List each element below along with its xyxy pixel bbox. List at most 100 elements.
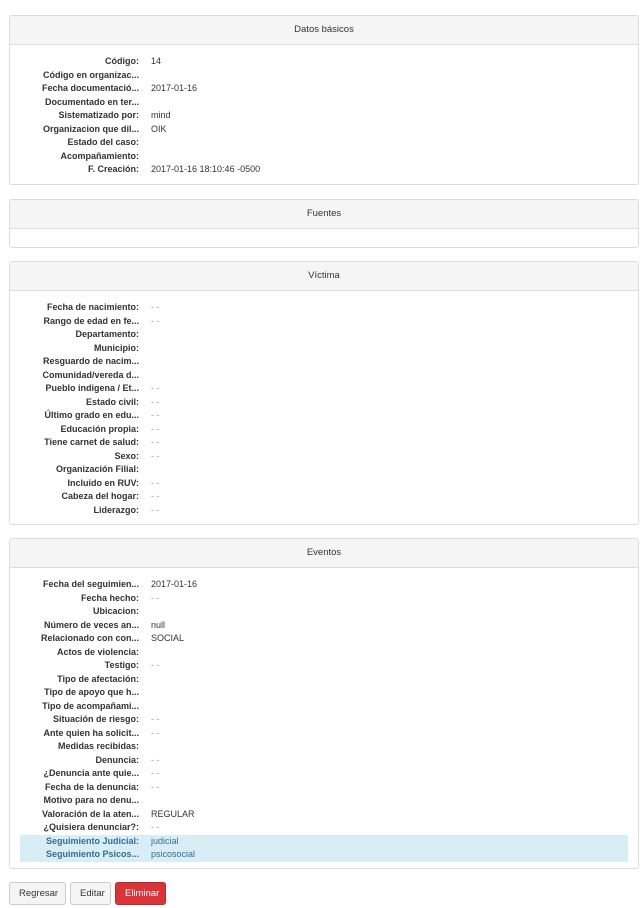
events-field-label: Seguimiento Psicos...	[45, 849, 139, 859]
events-field-label: Número de veces an...	[43, 619, 139, 630]
back-button[interactable]: Regresar	[9, 882, 66, 905]
events-field-row: Medidas recibidas:	[20, 740, 628, 754]
events-field-value: judicial	[151, 835, 179, 846]
victim-field-row: Estado civil: - -	[20, 396, 628, 410]
victim-field-value: - -	[151, 450, 160, 461]
events-field-row: Fecha de la denuncia: - -	[20, 781, 628, 795]
basic-field-value: OIK	[151, 123, 167, 134]
basic-field-label: Fecha documentació...	[41, 83, 139, 93]
basic-field-row: Acompañamiento:	[20, 150, 628, 164]
victim-field-value: - -	[151, 383, 160, 393]
events-field-label: Ubicacion:	[92, 606, 139, 616]
victim-field-value: - -	[151, 504, 160, 515]
victim-body: Fecha de nacimiento: - - Rango de edad en …	[10, 291, 638, 521]
events-field-row: Motivo para no denu...	[20, 794, 628, 808]
victim-field-row: Tiene carnet de salud: - -	[20, 436, 628, 450]
victim-field-value: - -	[151, 302, 160, 312]
basic-data-body: Código: 14 Código en organizac... Fecha doc…	[10, 45, 638, 181]
basic-field-row: Organizacion que dil... OIK	[20, 123, 628, 137]
events-field-row: Relacionado con con... SOCIAL	[20, 632, 628, 646]
basic-field-row: F. Creación: 2017-01-16 18:10:46 -0500	[20, 163, 628, 177]
basic-field-label: Organizacion que dil...	[42, 123, 139, 134]
events-field-label: Relacionado con con...	[40, 633, 139, 643]
basic-field-label: Documentado en ter...	[44, 96, 139, 107]
events-field-label: Tipo de acompañami...	[42, 700, 139, 711]
events-field-label: Testigo:	[104, 660, 139, 670]
events-field-label: Fecha hecho:	[80, 592, 139, 603]
events-panel: Eventos Fecha del seguimien... 2017-01-16…	[9, 538, 639, 869]
events-field-label: Medidas recibidas:	[57, 741, 139, 751]
events-field-row: Situación de riesgo: - -	[20, 713, 628, 727]
events-field-label: Denuncia:	[95, 754, 139, 765]
events-field-row: Actos de violencia:	[20, 646, 628, 660]
events-field-row: Ante quien ha solicit... - -	[20, 727, 628, 741]
victim-field-value: - -	[151, 491, 160, 501]
events-field-row: ¿Quisiera denunciar?: - -	[20, 821, 628, 835]
events-field-value: 2017-01-16	[151, 579, 198, 589]
events-field-value: - -	[151, 660, 160, 670]
events-field-label: Ante quien ha solicit...	[43, 727, 139, 738]
victim-heading: Víctima	[10, 262, 638, 291]
events-body: Fecha del seguimien... 2017-01-16 Fecha he…	[10, 568, 638, 866]
events-field-row: Valoración de la aten... REGULAR	[20, 808, 628, 822]
victim-field-label: Organización Filial:	[55, 464, 139, 474]
events-field-row: Testigo: - -	[20, 659, 628, 673]
victim-panel: Víctima Fecha de nacimiento: - - Rango de …	[9, 261, 639, 525]
events-heading: Eventos	[10, 539, 638, 568]
events-field-label: ¿Denuncia ante quie...	[43, 768, 139, 778]
victim-field-label: Departamento:	[75, 329, 139, 339]
victim-field-label: Municipio:	[94, 342, 139, 353]
victim-field-row: Departamento:	[20, 328, 628, 342]
events-field-value: - -	[151, 727, 160, 738]
basic-field-label: Sistematizado por:	[58, 110, 139, 120]
sources-panel: Fuentes	[9, 199, 639, 248]
basic-data-heading: Datos básicos	[10, 16, 638, 45]
events-field-row: Fecha del seguimien... 2017-01-16	[20, 578, 628, 592]
basic-field-label: Estado del caso:	[67, 137, 139, 147]
events-field-label: Tipo de apoyo que h...	[44, 687, 139, 697]
delete-button[interactable]: Eliminar	[115, 882, 166, 905]
basic-field-value: 2017-01-16	[151, 83, 198, 93]
victim-field-label: Cabeza del hogar:	[61, 491, 139, 501]
victim-field-row: Rango de edad en fe... - -	[20, 315, 628, 329]
victim-field-value: - -	[151, 315, 160, 326]
victim-field-row: Fecha de nacimiento: - -	[20, 301, 628, 315]
victim-field-label: Sexo:	[114, 450, 139, 461]
victim-field-row: Pueblo indigena / Et... - -	[20, 382, 628, 396]
events-field-row: Seguimiento Psicos... psicosocial	[20, 848, 628, 862]
basic-data-panel: Datos básicos Código: 14 Código en organiz…	[9, 15, 639, 185]
events-field-value: psicosocial	[151, 849, 196, 859]
victim-field-row: Educación propia: - -	[20, 423, 628, 437]
victim-field-label: Estado civil:	[85, 396, 139, 407]
victim-field-row: Resguardo de nacim...	[20, 355, 628, 369]
victim-field-value: - -	[151, 423, 160, 434]
victim-field-row: Cabeza del hogar: - -	[20, 490, 628, 504]
events-field-row: Denuncia: - -	[20, 754, 628, 768]
events-field-value: - -	[151, 781, 160, 792]
events-field-label: Fecha del seguimien...	[42, 579, 139, 589]
victim-field-label: Resguardo de nacim...	[42, 356, 139, 366]
victim-field-row: Comunidad/vereda d...	[20, 369, 628, 383]
victim-field-row: Liderazgo: - -	[20, 504, 628, 518]
basic-field-value: mind	[151, 110, 171, 120]
victim-field-row: Organización Filial:	[20, 463, 628, 477]
events-field-value: - -	[151, 768, 160, 778]
events-field-label: Seguimiento Judicial:	[45, 835, 139, 846]
victim-field-label: Último grado en edu...	[44, 410, 139, 420]
basic-field-row: Documentado en ter...	[20, 96, 628, 110]
victim-field-value: - -	[151, 437, 160, 447]
events-field-row: ¿Denuncia ante quie... - -	[20, 767, 628, 781]
basic-field-row: Estado del caso:	[20, 136, 628, 150]
events-field-label: Fecha de la denuncia:	[44, 781, 139, 792]
events-field-value: - -	[151, 754, 160, 765]
basic-field-value: 14	[151, 56, 162, 66]
victim-field-label: Educación propia:	[60, 423, 139, 434]
edit-button[interactable]: Editar	[70, 882, 111, 905]
basic-field-label: F. Creación:	[87, 164, 139, 174]
events-field-value: REGULAR	[151, 808, 195, 819]
victim-field-label: Liderazgo:	[93, 504, 139, 515]
events-field-row: Fecha hecho: - -	[20, 592, 628, 606]
victim-field-value: - -	[151, 477, 160, 488]
basic-field-row: Código: 14	[20, 55, 628, 69]
basic-field-label: Código:	[105, 56, 139, 66]
